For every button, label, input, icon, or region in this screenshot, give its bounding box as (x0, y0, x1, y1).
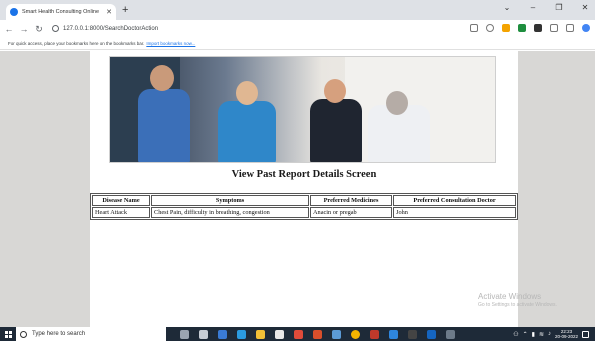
app-icon[interactable] (446, 329, 455, 339)
search-placeholder: Type here to search (32, 331, 86, 337)
app-icon[interactable] (332, 329, 341, 339)
puzzle-icon[interactable] (534, 24, 542, 32)
column-header: Symptoms (151, 195, 309, 206)
volume-icon[interactable]: ♪ (548, 331, 551, 337)
clock[interactable]: 22:23 20-09-2022 (555, 329, 578, 339)
app-icon[interactable] (294, 329, 303, 339)
activate-windows-watermark: Activate Windows Go to Settings to activ… (478, 292, 557, 308)
woman-head (324, 79, 346, 103)
notification-icon[interactable] (582, 330, 589, 338)
app-icon[interactable] (389, 329, 398, 339)
page-content: View Past Report Details Screen Disease … (90, 51, 518, 327)
table-cell: Chest Pain, difficulty in breathing, con… (151, 207, 309, 218)
minimize-button[interactable]: – (527, 3, 539, 12)
nurse-figure (218, 101, 276, 162)
system-tray: ⚇ ⌃ ▮ ≋ ♪ 22:23 20-09-2022 (513, 327, 589, 341)
extensions (470, 24, 590, 32)
app-icon[interactable] (313, 329, 322, 339)
report-table: Disease Name Symptoms Preferred Medicine… (90, 193, 518, 220)
microphone-icon[interactable] (180, 329, 189, 339)
column-header: Preferred Consultation Doctor (393, 195, 516, 206)
watermark-subtitle: Go to Settings to activate Windows. (478, 302, 557, 308)
import-bookmarks-link[interactable]: Import bookmarks now... (146, 41, 195, 46)
close-window-button[interactable]: ✕ (579, 3, 591, 12)
table-cell: Anacin or pregab (310, 207, 392, 218)
share-icon[interactable] (470, 24, 478, 32)
nurse-head (236, 81, 258, 105)
browser-tabstrip: Smart Health Consulting Online ✕ + ⌄ – ❐… (0, 0, 595, 20)
close-icon[interactable]: ✕ (106, 8, 112, 16)
page-title: View Past Report Details Screen (231, 169, 377, 180)
bookmarks-bar: For quick access, place your bookmarks h… (0, 38, 595, 50)
battery-icon[interactable]: ▮ (532, 331, 535, 338)
back-icon[interactable]: ← (3, 24, 15, 34)
app-icon[interactable] (427, 329, 436, 339)
app-icon[interactable] (275, 329, 284, 339)
info-icon[interactable] (52, 25, 59, 32)
chevron-down-icon[interactable]: ⌄ (501, 3, 513, 12)
column-header: Disease Name (92, 195, 150, 206)
screen: Smart Health Consulting Online ✕ + ⌄ – ❐… (0, 0, 595, 341)
app-icon[interactable] (408, 329, 417, 339)
globe-icon (10, 8, 18, 16)
task-view-icon[interactable] (199, 329, 208, 339)
people-icon[interactable]: ⚇ (513, 331, 518, 338)
new-tab-button[interactable]: + (122, 4, 128, 16)
restore-button[interactable]: ❐ (553, 3, 565, 12)
taskbar: Type here to search ⚇ ⌃ ▮ ≋ ♪ 22:23 20-0… (0, 327, 595, 341)
watermark-title: Activate Windows (478, 292, 542, 301)
extension-icon[interactable] (502, 24, 510, 32)
app-icon[interactable] (370, 329, 379, 339)
url-text: 127.0.0.1:8000/SearchDoctorAction (63, 25, 159, 32)
table-header-row: Disease Name Symptoms Preferred Medicine… (92, 195, 516, 206)
taskbar-apps (180, 329, 455, 339)
menu-list-icon[interactable] (550, 24, 558, 32)
forward-icon[interactable]: → (18, 24, 30, 34)
window-controls: ⌄ – ❐ ✕ (501, 3, 591, 12)
table-row: Heart Attack Chest Pain, difficulty in b… (92, 207, 516, 218)
star-icon[interactable] (486, 24, 494, 32)
reload-icon[interactable]: ↻ (33, 24, 45, 35)
table-cell: Heart Attack (92, 207, 150, 218)
shield-icon[interactable] (518, 24, 526, 32)
profile-icon[interactable] (582, 24, 590, 32)
taskbar-search[interactable]: Type here to search (16, 327, 166, 341)
address-bar[interactable]: 127.0.0.1:8000/SearchDoctorAction (52, 22, 482, 35)
elderly-head (386, 91, 408, 115)
edge-icon[interactable] (237, 329, 246, 339)
doctor-figure (138, 89, 190, 162)
table-cell: John (393, 207, 516, 218)
browser-tab[interactable]: Smart Health Consulting Online ✕ (6, 4, 116, 20)
tab-title: Smart Health Consulting Online (22, 9, 100, 15)
browser-toolbar: ← → ↻ 127.0.0.1:8000/SearchDoctorAction (0, 20, 595, 38)
start-button[interactable] (0, 327, 16, 341)
file-explorer-icon[interactable] (256, 329, 265, 339)
column-header: Preferred Medicines (310, 195, 392, 206)
doctor-head (150, 65, 174, 91)
clock-date: 20-09-2022 (554, 334, 578, 339)
windows-logo-icon (4, 330, 12, 338)
sidepanel-icon[interactable] (566, 24, 574, 32)
chrome-icon[interactable] (351, 329, 360, 339)
banner-image (109, 56, 496, 163)
woman-figure (310, 99, 362, 162)
store-icon[interactable] (218, 329, 227, 339)
bookmarks-hint: For quick access, place your bookmarks h… (8, 41, 145, 46)
search-icon (20, 330, 27, 338)
chevron-up-icon[interactable]: ⌃ (523, 331, 528, 338)
wifi-icon[interactable]: ≋ (539, 331, 544, 338)
